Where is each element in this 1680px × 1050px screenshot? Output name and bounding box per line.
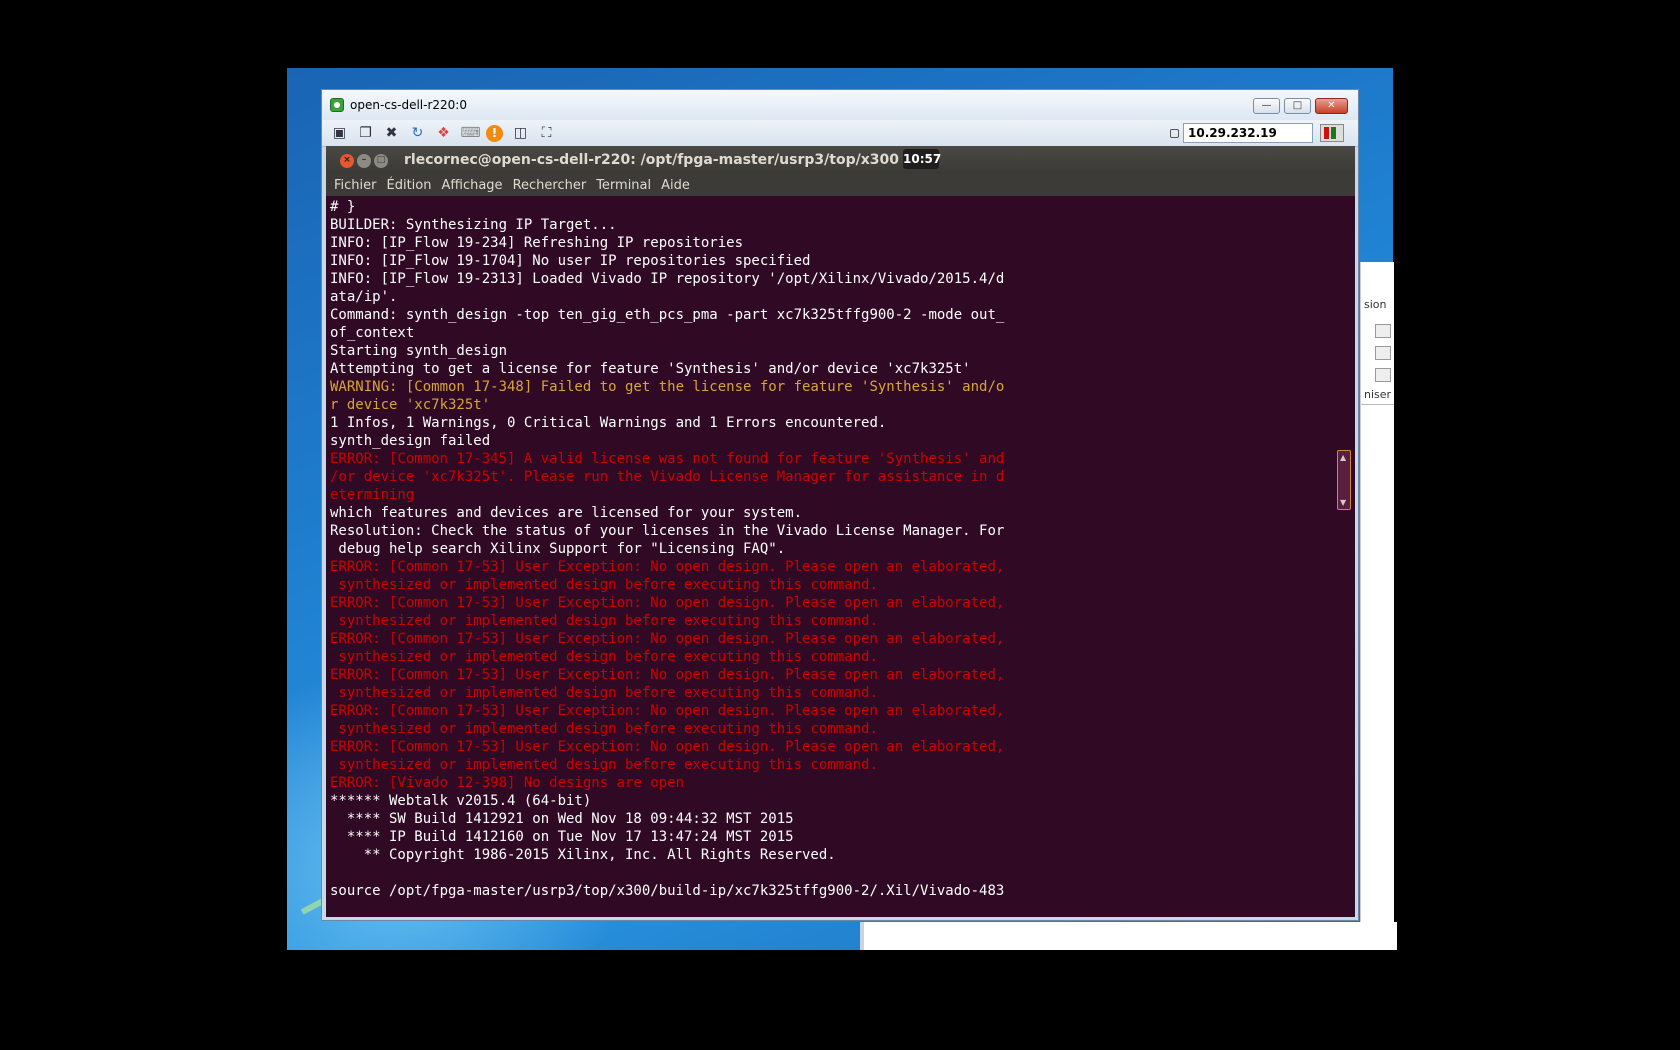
terminal-line: ERROR: [Vivado 12-398] No designs are op… (330, 775, 685, 791)
vnc-app-icon (330, 98, 344, 112)
alert-icon[interactable]: ! (485, 124, 504, 142)
terminal-line: synth_design failed (330, 433, 491, 449)
paste-icon[interactable] (1375, 346, 1391, 360)
background-window-label: sion (1364, 298, 1387, 311)
tools-icon[interactable]: ✖ (382, 124, 401, 142)
status-indicator (1170, 129, 1179, 138)
terminal-line: ** Copyright 1986-2015 Xilinx, Inc. All … (330, 847, 836, 863)
fullscreen-icon[interactable]: ⛶ (537, 124, 556, 142)
terminal-line: ****** Webtalk v2015.4 (64-bit) (330, 793, 592, 809)
terminal-lines: # } BUILDER: Synthesizing IP Target... INF… (330, 198, 1004, 900)
connection-info-icon[interactable]: ▣ (330, 124, 349, 142)
terminal-line: INFO: [IP_Flow 19-2313] Loaded Vivado IP… (330, 271, 1005, 287)
terminal-line: ERROR: [Common 17-53] User Exception: No… (330, 703, 1005, 719)
terminal-line: **** IP Build 1412160 on Tue Nov 17 13:4… (330, 829, 794, 845)
terminal-line: ERROR: [Common 17-53] User Exception: No… (330, 667, 1005, 683)
copy-icon[interactable] (1375, 324, 1391, 338)
terminal-line: INFO: [IP_Flow 19-1704] No user IP repos… (330, 253, 811, 269)
terminal-line: WARNING: [Common 17-348] Failed to get t… (330, 379, 1005, 395)
terminal-line: source /opt/fpga-master/usrp3/top/x300/b… (330, 883, 1005, 899)
scroll-down-icon[interactable]: ▼ (1340, 498, 1346, 507)
terminal-line: INFO: [IP_Flow 19-234] Refreshing IP rep… (330, 235, 744, 251)
options-icon[interactable]: ❐ (356, 124, 375, 142)
windows-logo-icon[interactable]: ❖ (434, 124, 453, 142)
transfer-files-icon[interactable]: ◫ (511, 124, 530, 142)
terminal-line: ERROR: [Common 17-345] A valid license w… (330, 451, 1005, 467)
terminal-line: etermining (330, 487, 415, 503)
refresh-icon[interactable]: ↻ (408, 124, 427, 142)
vnc-title-bar[interactable]: open-cs-dell-r220:0 — □ ✕ (322, 90, 1358, 120)
terminal-line: ERROR: [Common 17-53] User Exception: No… (330, 559, 1005, 575)
terminal-line: ERROR: [Common 17-53] User Exception: No… (330, 739, 1005, 755)
terminal-line: 1 Infos, 1 Warnings, 0 Critical Warnings… (330, 415, 887, 431)
vnc-viewer-window[interactable]: open-cs-dell-r220:0 — □ ✕ ▣ ❐ ✖ ↻ ❖ ⌨ ! … (321, 89, 1359, 921)
terminal-maximize-button[interactable]: □ (374, 154, 388, 168)
background-window-bottom (860, 922, 1397, 950)
terminal-line: /or device 'xc7k325t'. Please run the Vi… (330, 469, 1005, 485)
background-window[interactable]: sion niser (1360, 262, 1394, 950)
terminal-line: synthesized or implemented design before… (330, 649, 878, 665)
background-window-label: niser (1364, 388, 1392, 401)
terminal-line: r device 'xc7k325t' (330, 397, 491, 413)
connection-quality-icon (1320, 124, 1344, 142)
terminal-line: synthesized or implemented design before… (330, 613, 878, 629)
menu-rechercher[interactable]: Rechercher (513, 178, 587, 193)
terminal-menu-bar: Fichier Édition Affichage Rechercher Ter… (326, 174, 1355, 196)
menu-affichage[interactable]: Affichage (441, 178, 502, 193)
divider (1361, 404, 1394, 405)
terminal-line: ERROR: [Common 17-53] User Exception: No… (330, 631, 1005, 647)
terminal-window[interactable]: × – □ rlecornec@open-cs-dell-r220: /opt/… (326, 146, 1355, 917)
keyboard-icon[interactable]: ⌨ (460, 124, 480, 142)
properties-icon[interactable] (1375, 368, 1391, 382)
clock: 10:57 (903, 149, 941, 169)
terminal-line: synthesized or implemented design before… (330, 721, 878, 737)
minimize-button[interactable]: — (1253, 98, 1280, 114)
terminal-line: ERROR: [Common 17-53] User Exception: No… (330, 595, 1005, 611)
terminal-line: synthesized or implemented design before… (330, 757, 878, 773)
menu-fichier[interactable]: Fichier (334, 178, 377, 193)
terminal-line: Attempting to get a license for feature … (330, 361, 971, 377)
terminal-line: which features and devices are licensed … (330, 505, 803, 521)
terminal-close-button[interactable]: × (340, 154, 354, 168)
terminal-line: **** SW Build 1412921 on Wed Nov 18 09:4… (330, 811, 794, 827)
terminal-output[interactable]: # } BUILDER: Synthesizing IP Target... INF… (326, 196, 1355, 917)
maximize-button[interactable]: □ (1284, 98, 1311, 114)
terminal-title: rlecornec@open-cs-dell-r220: /opt/fpga-m… (404, 152, 899, 168)
terminal-line: BUILDER: Synthesizing IP Target... (330, 217, 617, 233)
terminal-line: Starting synth_design (330, 343, 508, 359)
terminal-line: of_context (330, 325, 415, 341)
scroll-up-icon[interactable]: ▲ (1340, 453, 1346, 462)
terminal-line: synthesized or implemented design before… (330, 577, 878, 593)
vnc-window-title: open-cs-dell-r220:0 (350, 98, 467, 112)
terminal-minimize-button[interactable]: – (357, 154, 371, 168)
server-address: 10.29.232.19 (1183, 123, 1313, 143)
terminal-line: synthesized or implemented design before… (330, 685, 878, 701)
terminal-line: ata/ip'. (330, 289, 398, 305)
terminal-line: Command: synth_design -top ten_gig_eth_p… (330, 307, 1005, 323)
terminal-scrollbar[interactable]: ▲ ▼ (1337, 450, 1351, 510)
menu-terminal[interactable]: Terminal (596, 178, 651, 193)
terminal-line: debug help search Xilinx Support for "Li… (330, 541, 786, 557)
menu-edition[interactable]: Édition (387, 178, 432, 193)
terminal-title-bar[interactable]: × – □ rlecornec@open-cs-dell-r220: /opt/… (326, 146, 1355, 174)
close-button[interactable]: ✕ (1315, 98, 1348, 114)
menu-aide[interactable]: Aide (661, 178, 690, 193)
terminal-line: # } (330, 199, 356, 215)
vnc-toolbar: ▣ ❐ ✖ ↻ ❖ ⌨ ! ◫ ⛶ 10.29.232.19 (322, 120, 1358, 147)
terminal-line: Resolution: Check the status of your lic… (330, 523, 1005, 539)
